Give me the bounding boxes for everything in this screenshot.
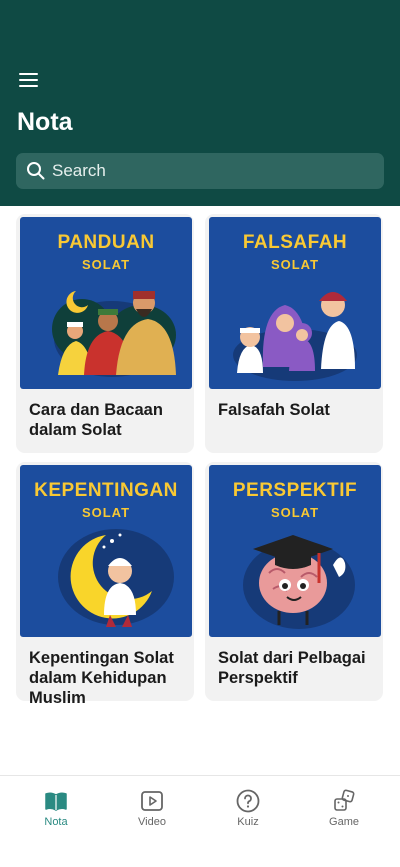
nav-label: Nota xyxy=(44,816,68,828)
nav-label: Game xyxy=(329,816,359,828)
card-image-subtitle: SOLAT xyxy=(81,257,131,272)
card-image-subtitle: SOLAT xyxy=(270,257,320,272)
card-image-title: FALSAFAH xyxy=(242,232,348,253)
nav-item-kuiz[interactable]: Kuiz xyxy=(198,776,298,836)
app-header: Nota xyxy=(0,0,400,206)
card-image: FALSAFAH SOLAT xyxy=(209,217,381,389)
card-image: KEPENTINGAN SOLAT xyxy=(20,465,192,637)
search-bar[interactable] xyxy=(16,153,384,189)
page-title: Nota xyxy=(17,108,73,136)
nav-item-nota[interactable]: Nota xyxy=(6,776,106,836)
card-image-title: KEPENTINGAN xyxy=(34,480,178,501)
search-icon xyxy=(27,162,45,180)
nav-item-game[interactable]: Game xyxy=(294,776,394,836)
card-image: PERSPEKTIF SOLAT xyxy=(209,465,381,637)
card-label: Kepentingan Solat dalam Kehidupan Muslim xyxy=(29,649,174,707)
card-label: Falsafah Solat xyxy=(218,401,330,419)
note-card[interactable]: PANDUAN SOLAT Cara dan Bacaan dalam Sola… xyxy=(16,214,194,453)
card-image-title: PANDUAN xyxy=(57,232,155,253)
nav-label: Video xyxy=(138,816,166,828)
note-card[interactable]: PERSPEKTIF SOLAT Solat dari Pelbagai Per… xyxy=(205,462,383,701)
card-image: PANDUAN SOLAT xyxy=(20,217,192,389)
search-input[interactable] xyxy=(52,153,372,189)
nav-label: Kuiz xyxy=(237,816,259,828)
question-icon xyxy=(236,789,260,813)
card-image-title: PERSPEKTIF xyxy=(232,480,358,501)
card-image-subtitle: SOLAT xyxy=(81,505,131,520)
nav-item-video[interactable]: Video xyxy=(102,776,202,836)
book-icon xyxy=(45,792,67,811)
note-card[interactable]: KEPENTINGAN SOLAT Kepentingan Solat dala… xyxy=(16,462,194,707)
menu-button[interactable] xyxy=(17,70,41,90)
bottom-navigation: Nota Video Kuiz Game xyxy=(0,775,400,867)
card-label: Solat dari Pelbagai Perspektif xyxy=(218,649,366,687)
card-image-subtitle: SOLAT xyxy=(270,505,320,520)
play-icon xyxy=(141,791,163,811)
card-label: Cara dan Bacaan dalam Solat xyxy=(29,401,163,439)
dice-icon xyxy=(334,789,355,811)
note-card[interactable]: FALSAFAH SOLAT Falsafah Solat xyxy=(205,214,383,453)
